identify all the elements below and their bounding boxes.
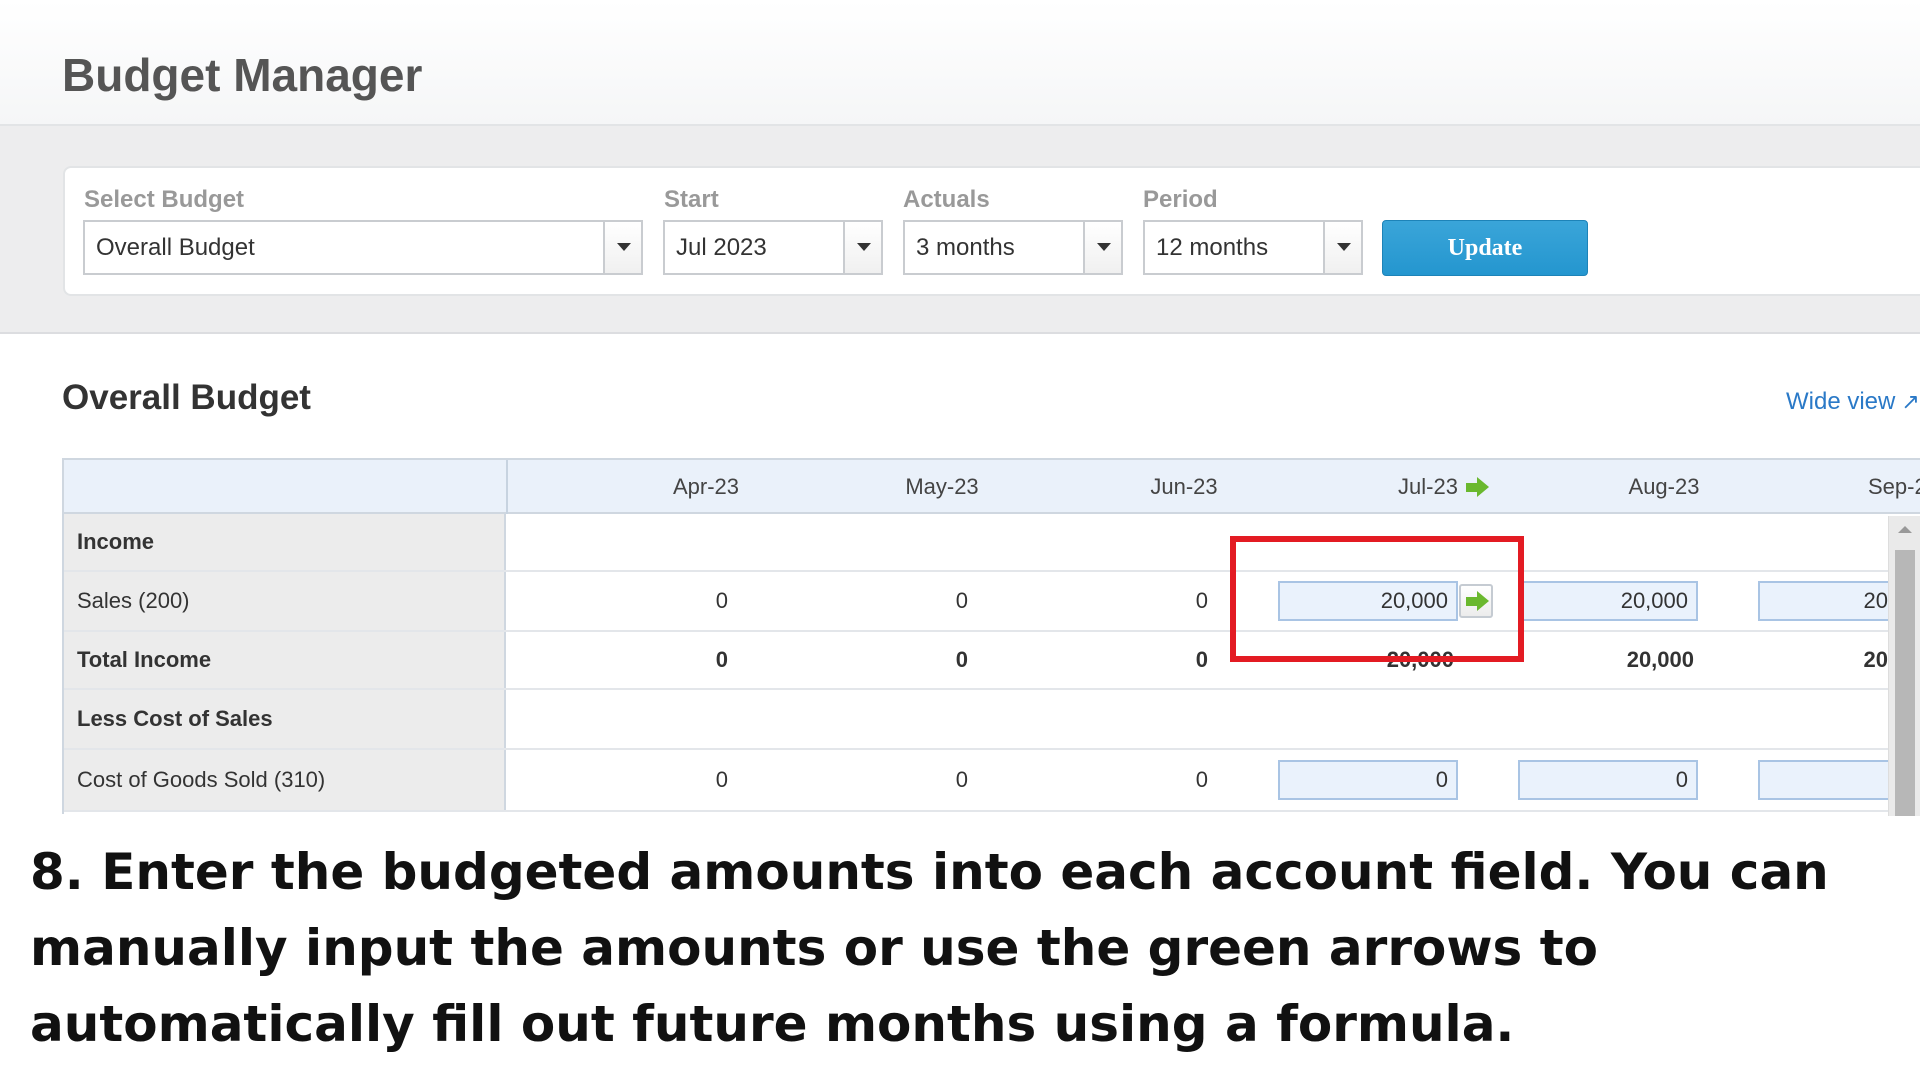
total-income-sep-value: 20	[1863, 647, 1888, 672]
period-dropdown[interactable]: 12 months	[1143, 220, 1363, 275]
total-income-aug-value: 20,000	[1626, 647, 1694, 672]
row-label: Cost of Goods Sold (310)	[77, 767, 326, 792]
column-header-apr: Apr-23	[672, 474, 740, 499]
green-arrow-icon	[1464, 589, 1490, 613]
expand-arrow-icon: ↗	[1901, 389, 1920, 414]
grid-header-row: Apr-23 May-23 Jun-23 Jul-23 Aug-23 Sep-2	[64, 460, 1920, 514]
row-label: Income	[77, 529, 155, 554]
start-value: Jul 2023	[676, 234, 767, 261]
dropdown-arrow-icon[interactable]	[1323, 222, 1361, 273]
budget-grid: Apr-23 May-23 Jun-23 Jul-23 Aug-23 Sep-2…	[62, 458, 1920, 814]
instruction-text: 8. Enter the budgeted amounts into each …	[30, 843, 1829, 1053]
column-header-sep: Sep-2	[1868, 474, 1920, 499]
table-row-cogs: Cost of Goods Sold (310) 0 0 0	[64, 750, 1920, 812]
period-value: 12 months	[1156, 234, 1269, 261]
period-label: Period	[1143, 186, 1218, 213]
cogs-apr-value: 0	[715, 767, 728, 792]
section-title: Overall Budget	[62, 378, 311, 417]
total-income-may-value: 0	[955, 647, 968, 672]
select-budget-label: Select Budget	[84, 186, 245, 213]
table-row-less-cost-of-sales: Less Cost of Sales	[64, 690, 1920, 750]
column-header-aug: Aug-23	[1628, 474, 1700, 499]
page-title: Budget Manager	[62, 49, 423, 101]
cogs-jun-value: 0	[1195, 767, 1208, 792]
row-label-cell: Cost of Goods Sold (310)	[64, 750, 506, 810]
row-label-cell: Less Cost of Sales	[64, 690, 506, 748]
scrollbar-thumb[interactable]	[1895, 550, 1915, 816]
row-label: Total Income	[77, 647, 212, 672]
table-row-total-income: Total Income 0 0 0 20,000 20,000 20	[64, 632, 1920, 690]
row-label: Less Cost of Sales	[77, 706, 273, 731]
dropdown-arrow-icon[interactable]	[603, 222, 641, 273]
wide-view-link[interactable]: Wide view ↗	[1786, 388, 1920, 416]
sales-jun-value: 0	[1195, 588, 1208, 613]
total-income-jun-value: 0	[1195, 647, 1208, 672]
actuals-label: Actuals	[903, 186, 990, 213]
update-button[interactable]: Update	[1382, 220, 1588, 276]
vertical-scrollbar[interactable]	[1888, 516, 1920, 816]
cogs-may-value: 0	[955, 767, 968, 792]
sales-apr-value: 0	[715, 588, 728, 613]
row-label-cell: Sales (200)	[64, 572, 506, 630]
dropdown-arrow-icon[interactable]	[1083, 222, 1121, 273]
actuals-value: 3 months	[916, 234, 1015, 261]
wide-view-label: Wide view	[1786, 388, 1896, 415]
table-row-income: Income	[64, 514, 1920, 572]
start-dropdown[interactable]: Jul 2023	[663, 220, 883, 275]
cogs-sep-input[interactable]	[1758, 760, 1898, 800]
row-label-cell: Total Income	[64, 632, 506, 688]
dropdown-arrow-icon[interactable]	[843, 222, 881, 273]
cogs-aug-input[interactable]	[1518, 760, 1698, 800]
actuals-dropdown[interactable]: 3 months	[903, 220, 1123, 275]
fill-right-arrow-icon[interactable]	[1464, 475, 1490, 499]
sales-jul-input[interactable]	[1278, 581, 1458, 621]
start-label: Start	[664, 186, 719, 213]
column-header-jun: Jun-23	[1150, 474, 1218, 499]
cogs-jul-input[interactable]	[1278, 760, 1458, 800]
total-income-apr-value: 0	[715, 647, 728, 672]
sales-may-value: 0	[955, 588, 968, 613]
select-budget-value: Overall Budget	[96, 234, 255, 261]
sales-fill-forward-button[interactable]	[1459, 584, 1493, 618]
sales-sep-input[interactable]	[1758, 581, 1898, 621]
row-label: Sales (200)	[77, 588, 190, 613]
sales-aug-input[interactable]	[1518, 581, 1698, 621]
table-row-sales: Sales (200) 0 0 0	[64, 572, 1920, 632]
scroll-up-arrow-icon[interactable]	[1898, 526, 1912, 533]
page-header: Budget Manager	[0, 0, 1920, 126]
column-header-may: May-23	[905, 474, 979, 499]
row-label-cell: Income	[64, 514, 506, 570]
total-income-jul-value: 20,000	[1386, 647, 1454, 672]
select-budget-dropdown[interactable]: Overall Budget	[83, 220, 643, 275]
